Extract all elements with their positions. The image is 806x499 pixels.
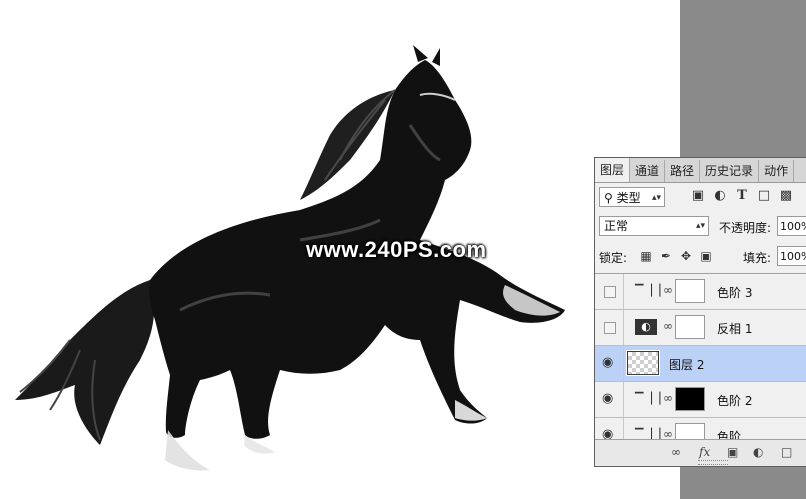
fx-icon[interactable]: fx: [699, 445, 710, 459]
tab-channels[interactable]: 通道: [630, 160, 666, 182]
tab-paths[interactable]: 路径: [665, 160, 701, 182]
layer-name[interactable]: 图层 2: [669, 356, 704, 373]
layer-row[interactable]: ◉ 图层 2: [595, 346, 806, 382]
adjustment-filter-icon[interactable]: ◐: [713, 189, 727, 203]
lock-transparent-icon[interactable]: ▦: [639, 249, 653, 263]
lock-label: 锁定:: [599, 251, 628, 265]
filter-row: ⚲ 类型 ▴▾ ▣ ◐ T □ ▩: [599, 187, 806, 209]
layer-filter-select[interactable]: ⚲ 类型 ▴▾: [599, 187, 665, 207]
layer-name[interactable]: 色阶 3: [717, 284, 752, 301]
link-icon: ∞: [663, 391, 673, 405]
levels-adjustment-icon: ▔▕▕: [635, 392, 661, 405]
layers-list: ▔▕▕ ∞ 色阶 3 ◐ ∞ 反相 1 ◉ 图层 2 ◉ ▔▕▕ ∞ 色阶 2 …: [595, 273, 806, 440]
smart-object-filter-icon[interactable]: ▩: [779, 189, 793, 203]
layer-mask-thumbnail[interactable]: [675, 387, 705, 411]
layer-row[interactable]: ◐ ∞ 反相 1: [595, 310, 806, 346]
filter-label: 类型: [616, 191, 641, 205]
lock-paint-icon[interactable]: ✒: [659, 249, 673, 263]
visibility-toggle[interactable]: [595, 274, 624, 309]
link-icon: ∞: [663, 283, 673, 297]
lock-all-icon[interactable]: ▣: [699, 249, 713, 263]
folder-icon[interactable]: □: [781, 445, 792, 459]
shape-filter-icon[interactable]: □: [757, 189, 771, 203]
layer-mask-thumbnail[interactable]: [675, 315, 705, 339]
layer-row[interactable]: ◉ ▔▕▕ ∞ 色阶: [595, 418, 806, 440]
type-filter-icon[interactable]: T: [735, 189, 749, 203]
layer-name[interactable]: 色阶 2: [717, 392, 752, 409]
blend-mode-select[interactable]: 正常 ▴▾: [599, 216, 709, 236]
tab-history[interactable]: 历史记录: [700, 160, 760, 182]
watermark-text: www.240PS.com: [306, 237, 487, 262]
opacity-label: 不透明度:: [719, 221, 772, 235]
layers-panel: 图层 通道 路径 历史记录 动作 ⚲ 类型 ▴▾ ▣ ◐ T □ ▩ 正常 ▴▾…: [594, 157, 806, 467]
visibility-off-icon: [604, 322, 616, 334]
layer-row[interactable]: ◉ ▔▕▕ ∞ 色阶 2: [595, 382, 806, 418]
panel-tab-bar: 图层 通道 路径 历史记录 动作: [595, 158, 806, 183]
fill-input[interactable]: 100%: [777, 246, 806, 266]
panel-bottom-bar: ∞ fx ▣ ◐ □: [595, 439, 806, 466]
eye-icon: ◉: [602, 391, 614, 406]
levels-adjustment-icon: ▔▕▕: [635, 284, 661, 297]
layer-row[interactable]: ▔▕▕ ∞ 色阶 3: [595, 274, 806, 310]
visibility-toggle[interactable]: ◉: [595, 382, 624, 417]
layer-thumbnail[interactable]: [626, 350, 660, 376]
layer-name[interactable]: 反相 1: [717, 320, 752, 337]
link-icon: ∞: [663, 319, 673, 333]
visibility-toggle[interactable]: ◉: [595, 418, 624, 440]
layer-mask-thumbnail[interactable]: [675, 423, 705, 440]
fill-label: 填充:: [743, 251, 772, 265]
visibility-toggle[interactable]: ◉: [595, 346, 624, 381]
horse-image: [15, 45, 566, 471]
lock-position-icon[interactable]: ✥: [679, 249, 693, 263]
chevron-updown-icon: ▴▾: [651, 193, 661, 203]
chevron-updown-icon: ▴▾: [695, 221, 705, 231]
eye-icon: ◉: [602, 355, 614, 370]
add-mask-icon[interactable]: ▣: [727, 445, 738, 459]
tab-actions[interactable]: 动作: [759, 160, 795, 182]
image-filter-icon[interactable]: ▣: [691, 189, 705, 203]
resize-grip[interactable]: [698, 460, 728, 465]
opacity-input[interactable]: 100%: [777, 216, 806, 236]
visibility-toggle[interactable]: [595, 310, 624, 345]
blend-row: 正常 ▴▾ 不透明度: 100%: [599, 216, 806, 238]
link-layers-icon[interactable]: ∞: [671, 445, 681, 459]
document-canvas[interactable]: www.240PS.com: [0, 0, 680, 499]
visibility-off-icon: [604, 286, 616, 298]
adjustment-layer-icon[interactable]: ◐: [753, 445, 763, 459]
search-icon: ⚲: [604, 191, 613, 205]
blend-mode-value: 正常: [604, 219, 629, 233]
tab-layers[interactable]: 图层: [595, 158, 631, 182]
lock-row: 锁定: ▦ ✒ ✥ ▣ 填充: 100%: [599, 246, 806, 268]
invert-adjustment-icon: ◐: [635, 319, 657, 335]
layer-mask-thumbnail[interactable]: [675, 279, 705, 303]
